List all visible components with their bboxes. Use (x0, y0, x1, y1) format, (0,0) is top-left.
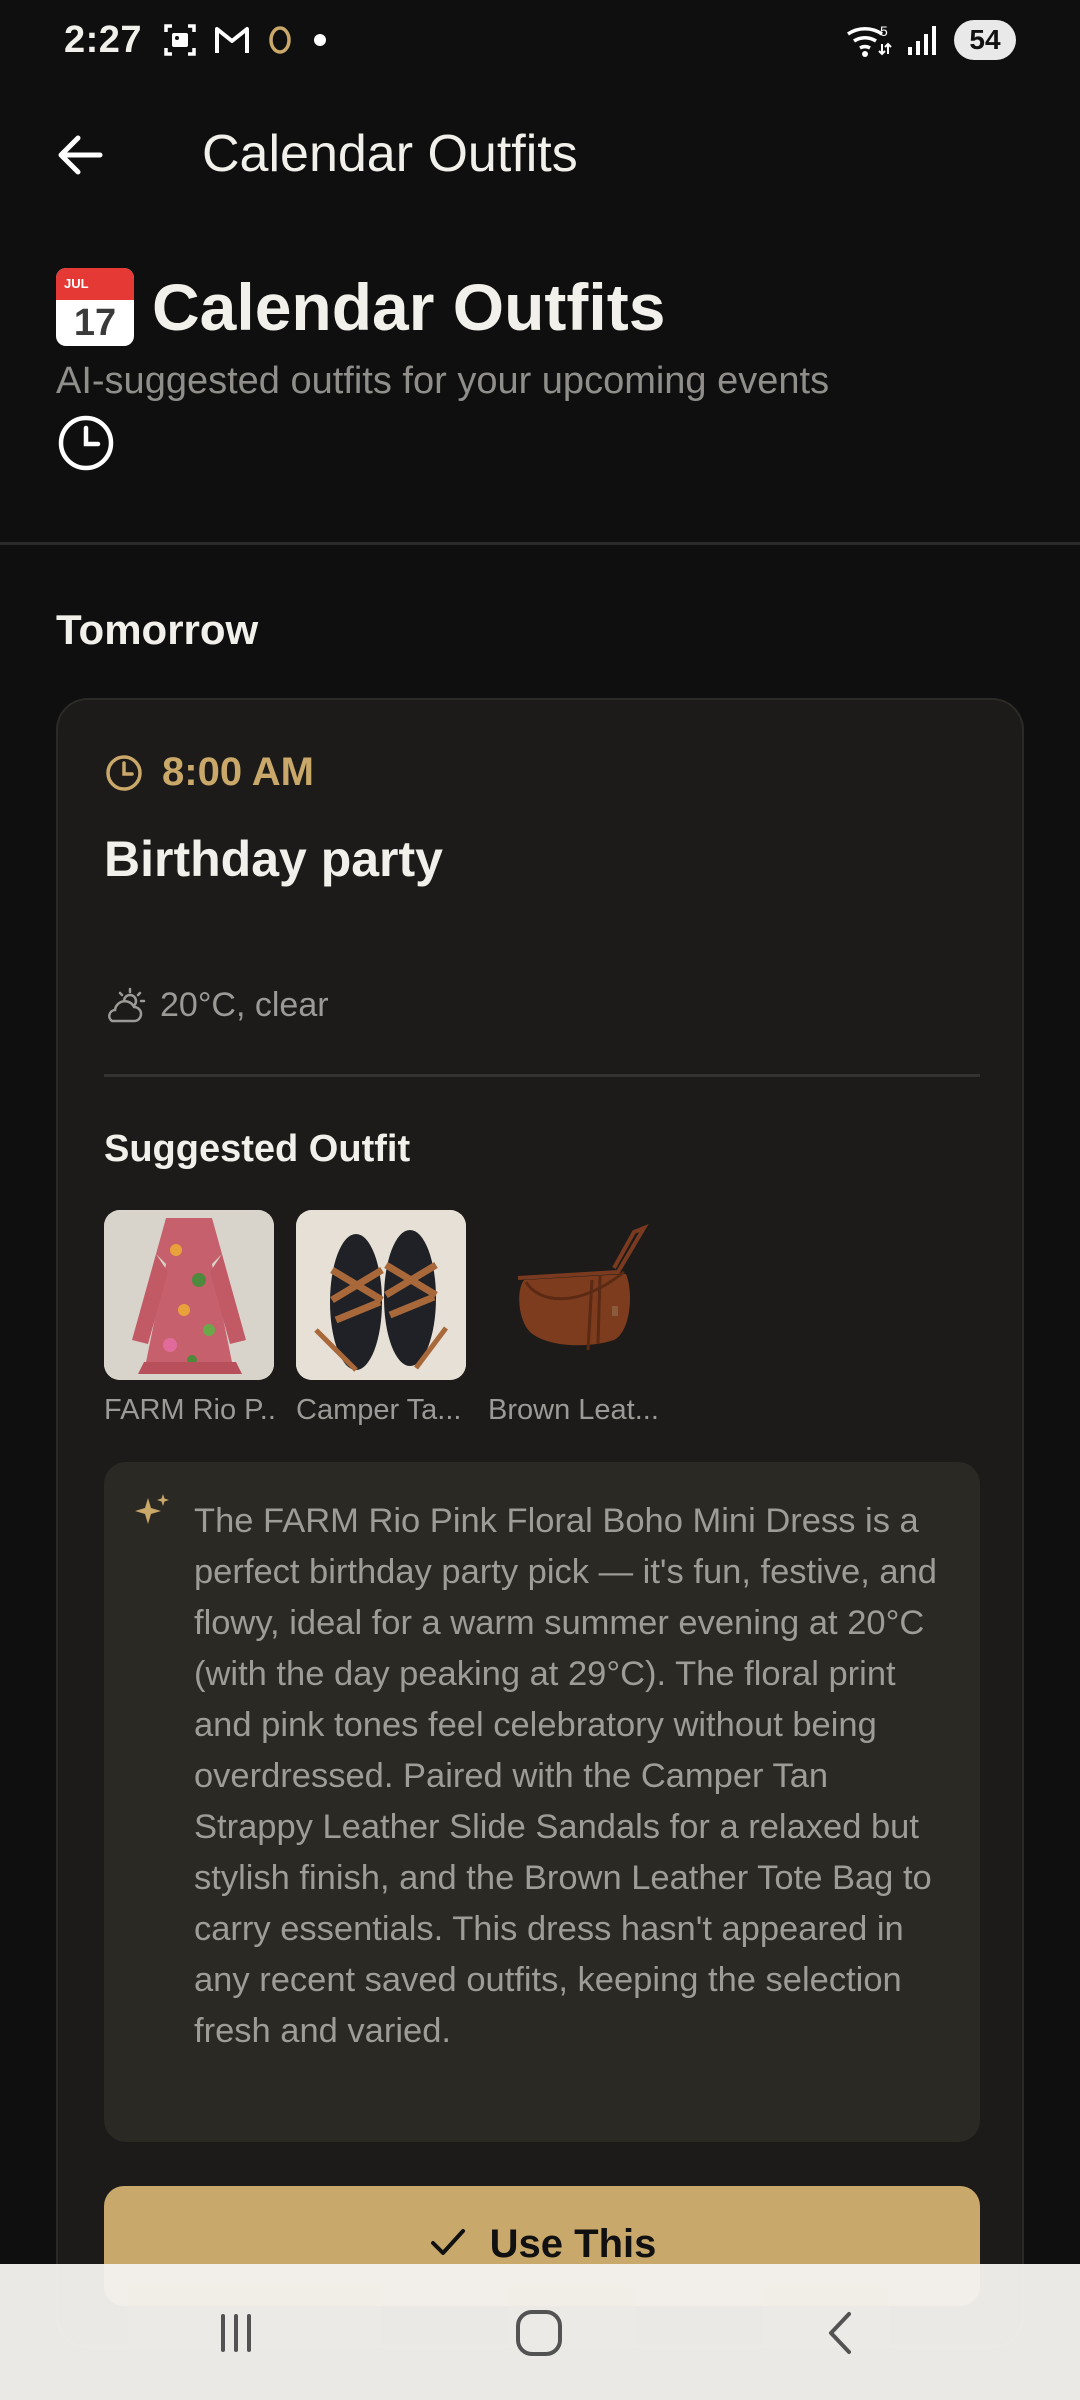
dot-icon (314, 34, 327, 46)
back-button[interactable] (40, 115, 120, 195)
page-subtitle: AI-suggested outfits for your upcoming e… (56, 360, 830, 402)
header-divider (0, 542, 1080, 545)
sandals-thumbnail[interactable] (296, 1210, 466, 1380)
app-bar-title: Calendar Outfits (202, 125, 578, 183)
system-nav-bar (0, 2264, 1080, 2400)
clock-icon (106, 754, 142, 791)
weather-row: 20°C, clear (104, 986, 329, 1025)
calendar-emoji-icon: JUL 17 (56, 268, 134, 346)
notification-icons (162, 22, 330, 58)
gmail-icon (215, 27, 250, 53)
calendar-emoji-month: JUL (64, 276, 89, 291)
chevron-left-icon (829, 2312, 851, 2354)
use-this-label: Use This (489, 2222, 657, 2266)
event-card: 8:00 AM Birthday party 20°C, clear Sugge… (56, 698, 1024, 2348)
event-time: 8:00 AM (162, 750, 314, 794)
outfit-items: FARM Rio P... Camper Ta... Brown Leat... (104, 1210, 658, 1427)
section-label: Tomorrow (56, 606, 259, 653)
outfit-item-label: Camper Ta... (296, 1394, 462, 1426)
status-bar: 2:27 5 54 (0, 0, 1080, 80)
ai-reasoning-text: The FARM Rio Pink Floral Boho Mini Dress… (194, 1502, 937, 2050)
signal-icon (908, 26, 936, 55)
status-time: 2:27 (64, 18, 143, 61)
card-divider (104, 1074, 980, 1077)
outfit-item-label: FARM Rio P... (104, 1394, 274, 1426)
outfit-item-dress[interactable]: FARM Rio P... (104, 1210, 274, 1427)
home-button[interactable] (489, 2300, 589, 2366)
clock-icon[interactable] (56, 413, 116, 473)
partly-cloudy-icon (108, 987, 146, 1022)
battery-level: 54 (969, 24, 1001, 55)
outfit-item-label: Brown Leat... (488, 1394, 658, 1426)
arrow-left-icon (58, 135, 103, 175)
page-title: JUL 17 Calendar Outfits (56, 262, 1024, 352)
event-time-row: 8:00 AM (104, 750, 314, 795)
ai-reasoning-box: The FARM Rio Pink Floral Boho Mini Dress… (104, 1462, 980, 2142)
check-icon (430, 2229, 465, 2255)
app-bar: Calendar Outfits (0, 100, 1080, 210)
status-right: 5 54 (844, 20, 1016, 60)
page-title-text: Calendar Outfits (152, 270, 666, 344)
outfit-item-sandals[interactable]: Camper Ta... (296, 1210, 466, 1427)
nav-back-button[interactable] (792, 2300, 892, 2366)
dress-thumbnail[interactable] (104, 1210, 274, 1380)
bag-thumbnail[interactable] (488, 1210, 658, 1380)
suggested-outfit-label: Suggested Outfit (104, 1128, 411, 1170)
wifi-icon: 5 (847, 23, 892, 57)
recents-button[interactable] (186, 2300, 286, 2366)
weather-text: 20°C, clear (160, 986, 329, 1024)
recents-icon (221, 2314, 251, 2352)
battery-indicator: 54 (954, 20, 1016, 60)
sparkle-icon (135, 1494, 169, 1524)
screenshot-icon (164, 24, 196, 56)
home-icon (516, 2310, 562, 2356)
app-o-icon (269, 26, 291, 54)
page-header: JUL 17 Calendar Outfits AI-suggested out… (56, 262, 1024, 473)
event-title: Birthday party (104, 831, 443, 887)
outfit-item-bag[interactable]: Brown Leat... (488, 1210, 658, 1427)
svg-text:5: 5 (880, 23, 888, 39)
calendar-emoji-day: 17 (73, 302, 117, 344)
